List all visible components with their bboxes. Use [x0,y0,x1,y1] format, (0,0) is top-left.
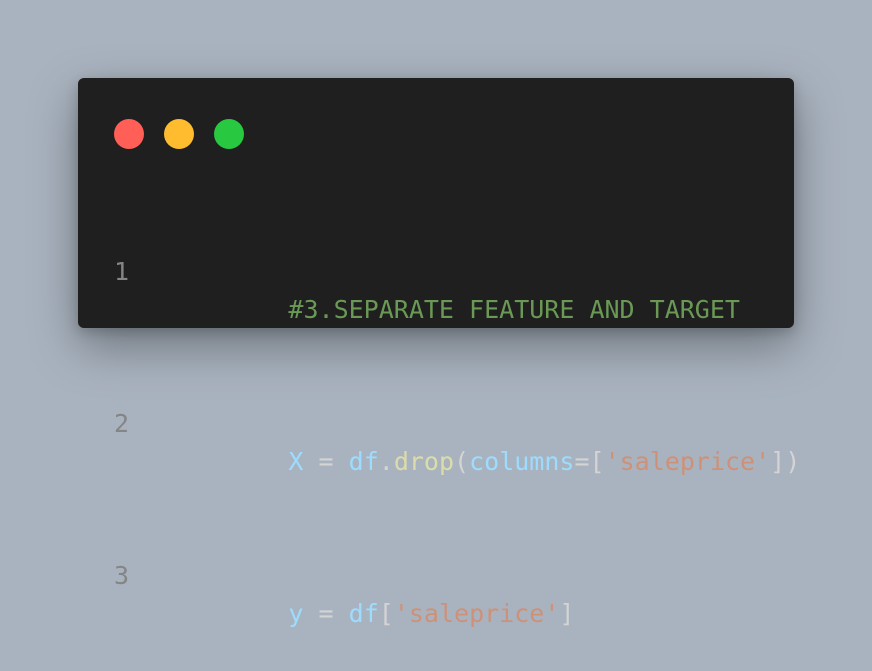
operator-token: =[ [574,447,605,476]
code-line: 3 y = df['saleprice'] [114,557,800,628]
maximize-dot-icon[interactable] [214,119,244,149]
function-token: drop [393,447,455,476]
operator-token: [ [378,599,394,628]
window-controls [114,119,244,149]
comment-token: #3.SEPARATE FEATURE AND TARGET [288,295,740,324]
code-line: 1 #3.SEPARATE FEATURE AND TARGET [114,253,800,324]
line-number: 1 [114,257,130,286]
line-content: #3.SEPARATE FEATURE AND TARGET [168,253,740,324]
variable-token: df [348,447,379,476]
operator-token: ]) [770,447,801,476]
string-token: 'saleprice' [393,599,560,628]
string-token: 'saleprice' [604,447,771,476]
line-number: 2 [114,409,130,438]
parameter-token: columns [469,447,575,476]
operator-token: . [378,447,394,476]
line-content: y = df['saleprice'] [168,557,574,628]
close-dot-icon[interactable] [114,119,144,149]
operator-token: = [303,599,349,628]
variable-token: df [348,599,379,628]
code-line: 2 X = df.drop(columns=['saleprice']) [114,405,800,476]
minimize-dot-icon[interactable] [164,119,194,149]
variable-token: X [288,447,304,476]
operator-token: = [303,447,349,476]
operator-token: ( [454,447,470,476]
code-block: 1 #3.SEPARATE FEATURE AND TARGET 2 X = d… [114,177,800,671]
code-window: 1 #3.SEPARATE FEATURE AND TARGET 2 X = d… [78,78,800,628]
line-number: 3 [114,561,130,590]
line-content: X = df.drop(columns=['saleprice']) [168,405,800,476]
variable-token: y [288,599,304,628]
operator-token: ] [559,599,575,628]
